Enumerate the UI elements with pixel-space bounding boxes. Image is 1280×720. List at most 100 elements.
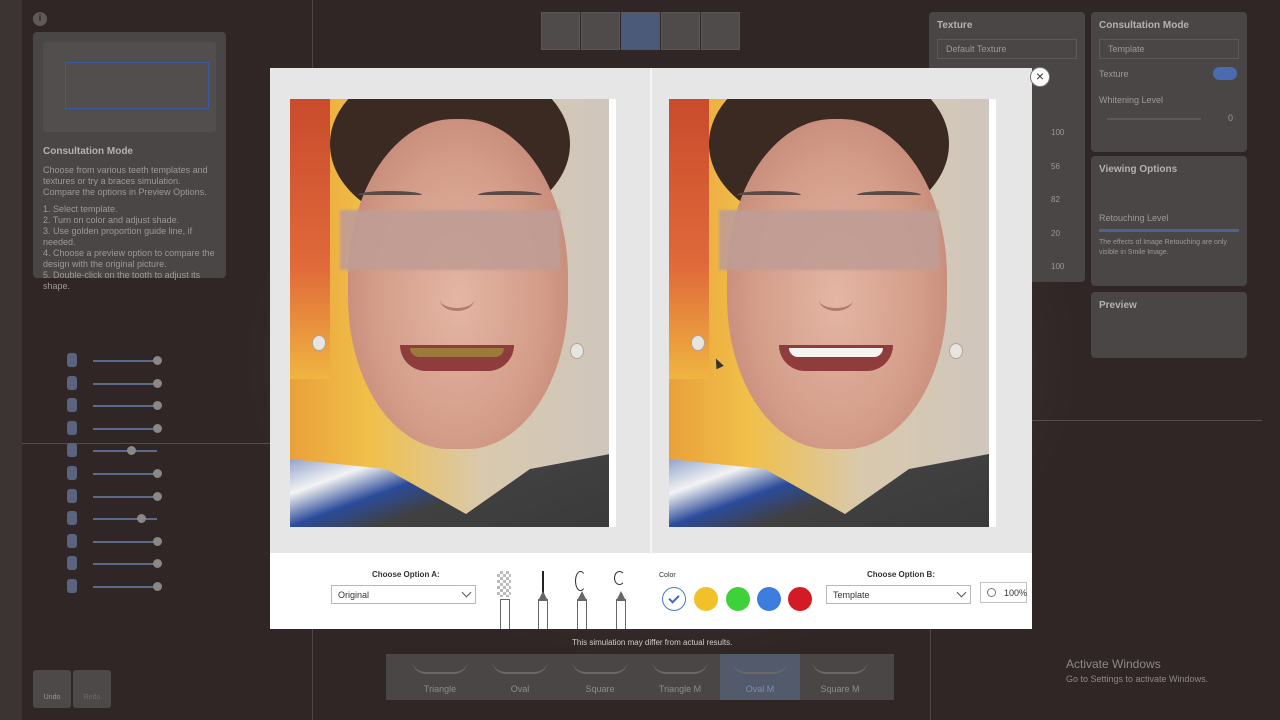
template-oval-m[interactable]: Oval M: [720, 654, 800, 700]
photo-comparison-area: [270, 68, 1032, 553]
pen-scribble-icon[interactable]: [611, 569, 629, 629]
texture-value: 82: [1051, 195, 1060, 204]
template-strip: Triangle Oval Square Triangle M Oval M S…: [386, 654, 894, 700]
bg-guide-line: [1032, 420, 1262, 421]
info-icon[interactable]: i: [33, 12, 47, 26]
slider-row[interactable]: [35, 442, 165, 465]
whitening-slider[interactable]: 0: [1099, 113, 1239, 125]
close-icon[interactable]: ×: [1030, 67, 1050, 87]
whitening-value: 0: [1227, 113, 1233, 123]
photo-tool-button[interactable]: [541, 12, 580, 50]
slider-row[interactable]: [35, 375, 165, 398]
texture-value: 100: [1051, 262, 1065, 271]
undo-button[interactable]: Undo: [33, 670, 71, 708]
retouching-label: Retouching Level: [1099, 213, 1169, 223]
texture-toggle-label: Texture: [1099, 69, 1129, 79]
step-item: 1. Select template.: [43, 204, 118, 214]
slider-row[interactable]: [35, 533, 165, 556]
color-swatch-blue[interactable]: [757, 587, 781, 611]
option-a-label: Choose Option A:: [372, 570, 440, 579]
retouching-slider[interactable]: [1099, 229, 1239, 232]
zoom-fit-button[interactable]: 100%: [980, 582, 1027, 603]
color-swatch-yellow[interactable]: [694, 587, 718, 611]
color-label: Color: [659, 572, 676, 579]
template-triangle-m[interactable]: Triangle M: [640, 654, 720, 700]
consultation-mode-title: Consultation Mode: [1099, 20, 1189, 31]
top-toolbar: [541, 12, 741, 50]
preview-panel: Preview: [1091, 292, 1247, 358]
viewing-options-title: Viewing Options: [1099, 164, 1178, 175]
texture-select[interactable]: Default Texture: [937, 39, 1077, 59]
color-swatch-white[interactable]: [662, 587, 686, 611]
adjustment-sliders: [35, 352, 165, 601]
simulation-disclaimer: This simulation may differ from actual r…: [572, 638, 733, 647]
consultation-title: Consultation Mode: [43, 146, 133, 157]
whitening-label: Whitening Level: [1099, 95, 1164, 105]
slider-row[interactable]: [35, 510, 165, 533]
photo-edge: [989, 99, 996, 527]
eraser-tool-icon[interactable]: [495, 569, 513, 629]
watermark-subtitle: Go to Settings to activate Windows.: [1066, 674, 1209, 684]
slider-row[interactable]: [35, 488, 165, 511]
face-blur-mask: [340, 210, 560, 270]
slider-row[interactable]: [35, 555, 165, 578]
texture-value: 20: [1051, 228, 1060, 238]
texture-toggle-row: Texture: [1099, 67, 1239, 80]
face-blur-mask: [719, 210, 939, 270]
texture-title: Texture: [937, 20, 973, 31]
slider-row[interactable]: [35, 420, 165, 443]
watermark-title: Activate Windows: [1066, 657, 1161, 671]
viewing-options-panel: Viewing Options Retouching Level The eff…: [1091, 156, 1247, 286]
template-oval[interactable]: Oval: [480, 654, 560, 700]
texture-value: 56: [1051, 161, 1060, 171]
consultation-mode-panel: Consultation Mode Template Texture White…: [1091, 12, 1247, 152]
photo-option-a: [290, 99, 610, 527]
pen-thin-icon[interactable]: [533, 569, 551, 629]
guide-tool-button[interactable]: [581, 12, 620, 50]
zoom-level: 100%: [1004, 588, 1028, 598]
tooth-template-preview: [43, 42, 216, 132]
finish-tool-button[interactable]: [701, 12, 740, 50]
photo-edge: [609, 99, 616, 527]
template-square[interactable]: Square: [560, 654, 640, 700]
step-item: 2. Turn on color and adjust shade.: [43, 215, 180, 225]
check-icon: [668, 592, 680, 604]
teeth-tool-button[interactable]: [661, 12, 700, 50]
color-swatch-red[interactable]: [788, 587, 812, 611]
chevron-down-icon: [956, 587, 967, 598]
texture-toggle[interactable]: [1213, 67, 1237, 80]
step-item: 5. Double-click on the tooth to adjust i…: [43, 270, 201, 291]
texture-value: 100: [1051, 128, 1065, 137]
slider-row[interactable]: [35, 578, 165, 601]
step-item: 3. Use golden proportion guide line, if …: [43, 226, 193, 247]
slider-row[interactable]: [35, 397, 165, 420]
photo-option-b: [669, 99, 989, 527]
redo-button[interactable]: Redo: [73, 670, 111, 708]
preview-comparison-dialog: × Choose Option A: Original Color Choose…: [270, 67, 1050, 629]
retouching-note: The effects of Image Retouching are only…: [1099, 239, 1227, 256]
option-b-label: Choose Option B:: [867, 570, 935, 579]
option-a-value: Original: [338, 590, 370, 600]
preview-title: Preview: [1099, 300, 1137, 311]
step-item: 4. Choose a preview option to compare th…: [43, 248, 215, 269]
chevron-down-icon: [461, 587, 472, 598]
consultation-steps: 1. Select template. 2. Turn on color and…: [43, 204, 216, 292]
template-square-m[interactable]: Square M: [800, 654, 880, 700]
option-a-select[interactable]: Original: [331, 585, 476, 604]
template-triangle[interactable]: Triangle: [400, 654, 480, 700]
viewing-option-icons[interactable]: [1099, 183, 1239, 213]
slider-row[interactable]: [35, 352, 165, 375]
slider-row[interactable]: [35, 465, 165, 488]
option-b-value: Template: [833, 590, 870, 600]
pen-curve-icon[interactable]: [572, 569, 590, 629]
consultation-description: Choose from various teeth templates and …: [43, 165, 208, 197]
template-select[interactable]: Template: [1099, 39, 1239, 59]
color-swatch-green[interactable]: [726, 587, 750, 611]
mouth-template: [779, 345, 893, 371]
consultation-info-panel: Consultation Mode Choose from various te…: [33, 32, 226, 291]
option-b-select[interactable]: Template: [826, 585, 971, 604]
mouth-original: [400, 345, 514, 371]
consultation-tool-button[interactable]: [621, 12, 660, 50]
fit-screen-icon: [987, 588, 996, 597]
texture-values: 100 56 82 20 100: [1051, 116, 1064, 284]
